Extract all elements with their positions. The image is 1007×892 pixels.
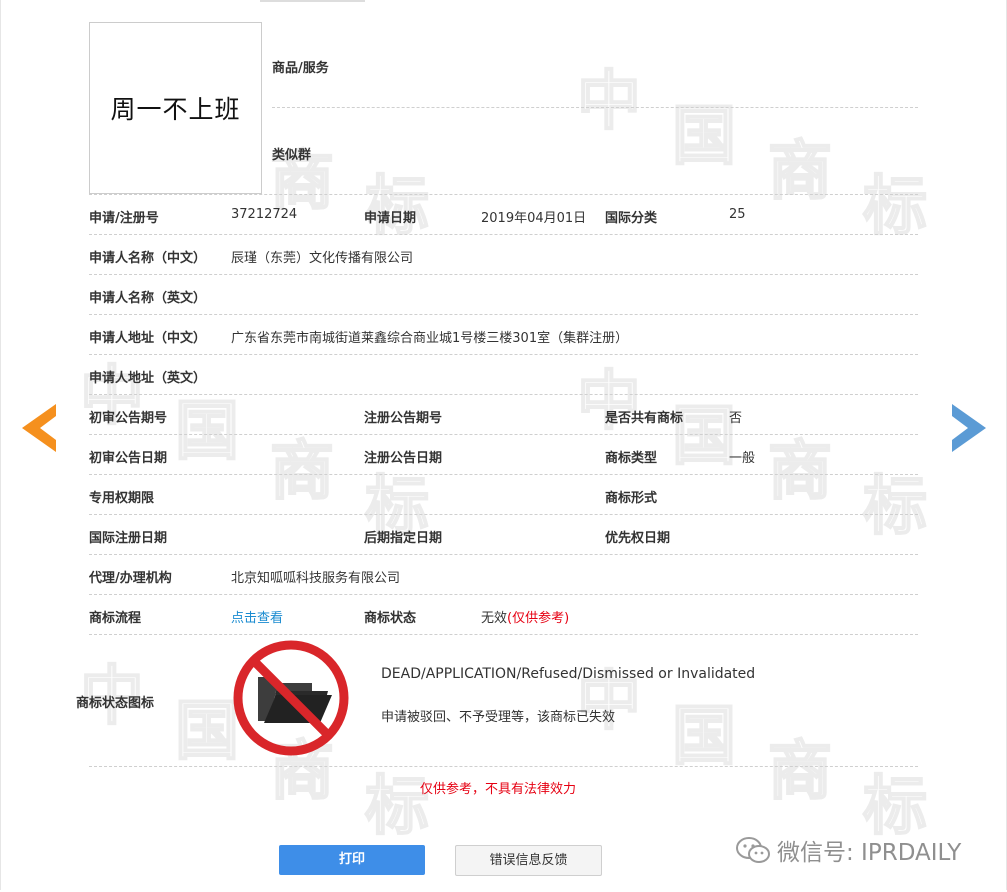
wechat-watermark: 微信号: IPRDAILY xyxy=(735,833,961,867)
divider xyxy=(89,194,918,195)
watermark-char: 国 xyxy=(671,99,737,174)
folder-prohibited-icon xyxy=(233,640,349,756)
shared-trademark-value: 否 xyxy=(729,411,743,426)
applicant-address-cn-value: 广东省东莞市南城街道莱鑫综合商业城1号楼三楼301室（集群注册） xyxy=(231,331,629,346)
watermark-char: 标 xyxy=(862,469,928,544)
view-flow-link[interactable]: 点击查看 xyxy=(231,607,283,626)
later-designation-date-label: 后期指定日期 xyxy=(364,531,443,546)
divider xyxy=(89,274,918,275)
trademark-status-label: 商标状态 xyxy=(364,611,417,626)
applicant-name-cn-label: 申请人名称（中文） xyxy=(89,251,207,266)
applicant-name-en-label: 申请人名称（英文） xyxy=(89,291,207,306)
watermark-char: 商 xyxy=(767,434,833,509)
reg-number-value: 37212724 xyxy=(231,207,298,222)
watermark-char: 国 xyxy=(671,699,737,774)
divider xyxy=(272,107,918,108)
divider xyxy=(89,554,918,555)
left-arrow-icon[interactable] xyxy=(22,404,58,452)
agent-label: 代理/办理机构 xyxy=(89,571,172,586)
reg-pub-number-label: 注册公告期号 xyxy=(364,411,443,426)
trademark-form-label: 商标形式 xyxy=(605,491,658,506)
applicant-address-en-label: 申请人地址（英文） xyxy=(89,371,207,386)
apply-date-label: 申请日期 xyxy=(364,211,417,226)
status-english-text: DEAD/APPLICATION/Refused/Dismissed or In… xyxy=(381,666,756,682)
divider xyxy=(89,634,918,635)
status-chinese-text: 申请被驳回、不予受理等，该商标已失效 xyxy=(381,710,616,725)
watermark-char: 标 xyxy=(862,769,928,844)
reg-pub-date-label: 注册公告日期 xyxy=(364,451,443,466)
trademark-flow-label: 商标流程 xyxy=(89,611,142,626)
shared-trademark-label: 是否共有商标 xyxy=(605,411,684,426)
divider xyxy=(89,434,918,435)
status-text: 无效 xyxy=(481,611,508,626)
apply-date-value: 2019年04月01日 xyxy=(481,211,587,226)
watermark-char: 商 xyxy=(767,734,833,809)
trademark-image: 周一不上班 xyxy=(89,22,262,194)
trademark-type-label: 商标类型 xyxy=(605,451,658,466)
divider xyxy=(89,234,918,235)
divider xyxy=(89,314,918,315)
reg-number-label: 申请/注册号 xyxy=(89,211,159,226)
trademark-type-value: 一般 xyxy=(729,451,756,466)
divider xyxy=(89,766,918,767)
watermark-char: 中 xyxy=(576,64,642,139)
trademark-text: 周一不上班 xyxy=(110,95,241,124)
goods-services-label: 商品/服务 xyxy=(272,61,329,76)
applicant-name-cn-value: 辰瑾（东莞）文化传播有限公司 xyxy=(231,251,414,266)
wechat-id-text: 微信号: IPRDAILY xyxy=(777,840,962,866)
top-divider xyxy=(260,0,365,2)
applicant-address-cn-label: 申请人地址（中文） xyxy=(89,331,207,346)
divider xyxy=(89,354,918,355)
wechat-icon xyxy=(736,837,770,863)
intl-class-value: 25 xyxy=(729,207,746,222)
exclusive-term-label: 专用权期限 xyxy=(89,491,155,506)
error-feedback-button[interactable]: 错误信息反馈 xyxy=(455,845,602,876)
watermark-char: 标 xyxy=(862,169,928,244)
watermark-char: 商 xyxy=(269,434,335,509)
divider xyxy=(89,474,918,475)
priority-date-label: 优先权日期 xyxy=(605,531,671,546)
watermark-char: 国 xyxy=(174,394,240,469)
agent-value: 北京知呱呱科技服务有限公司 xyxy=(231,571,401,586)
prelim-pub-date-label: 初审公告日期 xyxy=(89,451,168,466)
divider xyxy=(89,514,918,515)
intl-class-label: 国际分类 xyxy=(605,211,658,226)
similar-group-label: 类似群 xyxy=(272,148,312,163)
intl-reg-date-label: 国际注册日期 xyxy=(89,531,168,546)
divider xyxy=(89,594,918,595)
divider xyxy=(89,394,918,395)
prelim-pub-number-label: 初审公告期号 xyxy=(89,411,168,426)
print-button[interactable]: 打印 xyxy=(279,845,425,875)
status-note: (仅供参考) xyxy=(507,611,570,626)
status-icon-label: 商标状态图标 xyxy=(76,696,155,711)
disclaimer-text: 仅供参考，不具有法律效力 xyxy=(420,782,577,797)
watermark-char: 国 xyxy=(174,694,240,769)
trademark-status-value: 无效(仅供参考) xyxy=(481,607,569,626)
right-arrow-icon[interactable] xyxy=(950,404,986,452)
